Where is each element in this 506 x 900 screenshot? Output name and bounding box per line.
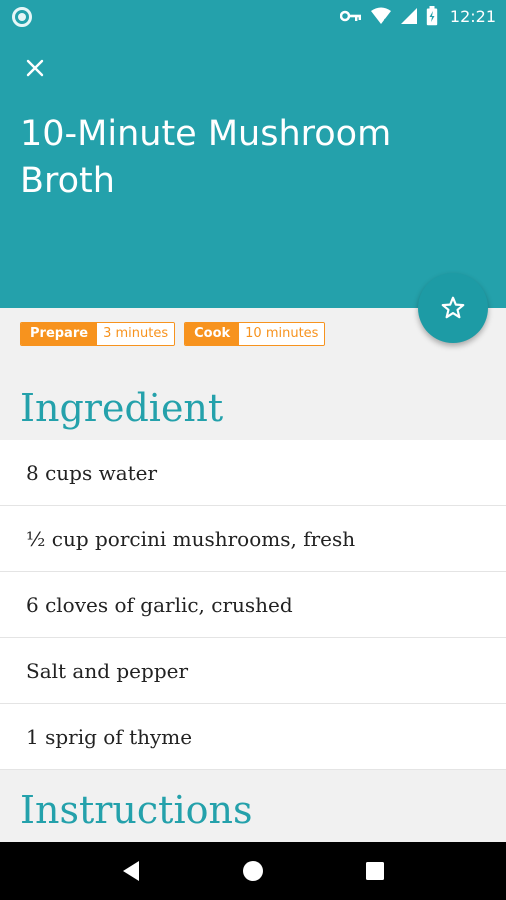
signal-icon: [400, 6, 418, 26]
recents-button[interactable]: [355, 851, 395, 891]
back-button[interactable]: [111, 851, 151, 891]
recipe-title: 10-Minute Mushroom Broth: [20, 114, 392, 201]
status-time: 12:21: [449, 6, 496, 26]
cook-value: 10 minutes: [239, 323, 325, 345]
home-button[interactable]: [233, 851, 273, 891]
list-item: ½ cup porcini mushrooms, fresh: [0, 506, 506, 572]
battery-icon: [426, 6, 438, 26]
close-button[interactable]: [18, 51, 52, 85]
prepare-time-badge: Prepare 3 minutes: [20, 322, 176, 346]
instructions-heading: Instructions: [20, 788, 253, 832]
star-outline-icon: [441, 296, 465, 319]
time-badges: Prepare 3 minutes Cook 10 minutes: [20, 322, 326, 346]
status-bar: × 12:21: [0, 0, 506, 33]
ingredient-list: 8 cups water ½ cup porcini mushrooms, fr…: [0, 440, 506, 770]
status-icons: × 12:21: [339, 5, 496, 27]
ingredient-heading: Ingredient: [20, 386, 224, 430]
circle-indicator-icon: [12, 7, 32, 27]
vpn-key-icon: [339, 6, 362, 26]
list-item: 8 cups water: [0, 440, 506, 506]
favorite-button[interactable]: [418, 273, 488, 343]
back-icon: [123, 861, 139, 881]
navigation-bar: [0, 842, 506, 900]
list-item: 6 cloves of garlic, crushed: [0, 572, 506, 638]
cook-label: Cook: [185, 323, 240, 345]
cook-time-badge: Cook 10 minutes: [184, 322, 326, 346]
close-icon: [26, 59, 44, 77]
list-item: Salt and pepper: [0, 638, 506, 704]
recipe-header: 10-Minute Mushroom Broth: [0, 33, 506, 308]
wifi-icon: ×: [370, 6, 392, 26]
home-icon: [243, 861, 263, 881]
list-item: 1 sprig of thyme: [0, 704, 506, 770]
prepare-label: Prepare: [21, 323, 98, 345]
recents-icon: [366, 862, 384, 880]
prepare-value: 3 minutes: [97, 323, 175, 345]
svg-text:×: ×: [383, 17, 389, 25]
